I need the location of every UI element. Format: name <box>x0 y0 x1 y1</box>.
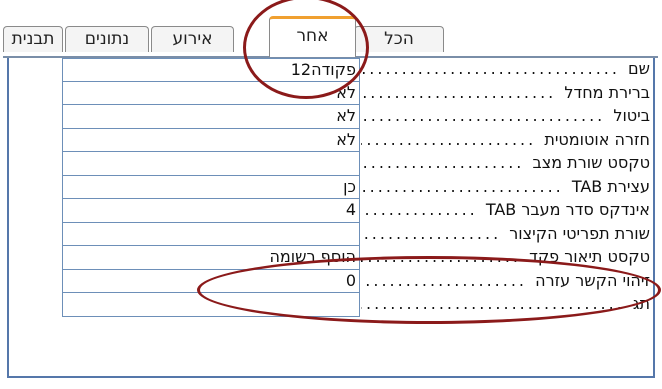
property-label: חזרה אוטומטית ..........................… <box>361 129 650 153</box>
property-row: 4אינדקס סדר מעבר TAB ...................… <box>9 199 653 223</box>
property-label: עצירת TAB ..............................… <box>361 176 650 200</box>
property-label-text: ביטול <box>613 106 650 125</box>
property-label-text: אינדקס סדר מעבר TAB <box>485 200 650 219</box>
property-label-text: שורת תפריטי הקיצור <box>509 223 650 243</box>
property-label-text: עצירת TAB <box>571 176 650 196</box>
tab-format[interactable]: תבנית <box>3 26 63 52</box>
annotation-circle <box>243 0 369 99</box>
property-label-text: ברירת מחדל <box>564 82 650 102</box>
property-label-leader-dots: ........................................ <box>361 223 502 243</box>
property-row: לאחזרה אוטומטית ........................… <box>9 128 653 153</box>
property-label-leader-dots: ........................................ <box>361 153 525 172</box>
property-label-text: טקסט שורת מצב <box>532 153 650 172</box>
property-value-field[interactable] <box>62 222 360 246</box>
property-value-field[interactable] <box>62 152 360 176</box>
property-value-field[interactable]: כן <box>62 175 360 199</box>
property-grid: פקודה12 שם ..............................… <box>7 58 655 378</box>
tab-data[interactable]: נתונים <box>65 26 149 52</box>
property-row: טקסט שורת מצב ..........................… <box>9 152 653 176</box>
property-row: כןעצירת TAB ............................… <box>9 175 653 200</box>
property-label-leader-dots: ........................................ <box>361 200 478 219</box>
property-label: טקסט שורת מצב ..........................… <box>361 152 650 176</box>
property-row: שורת תפריטי הקיצור .....................… <box>9 222 653 247</box>
property-label-leader-dots: ........................................ <box>361 106 606 125</box>
property-label-text: שם <box>628 59 650 78</box>
property-label-text: חזרה אוטומטית <box>544 129 650 149</box>
property-label-leader-dots: ........................................ <box>361 129 537 149</box>
property-sheet-window: תבנית נתונים אירוע אחר הכל פקודה12 שם ...… <box>0 0 662 389</box>
property-label-leader-dots: ........................................ <box>361 59 620 78</box>
property-value-field[interactable]: לא <box>62 105 360 129</box>
property-label: שורת תפריטי הקיצור .....................… <box>361 223 650 247</box>
property-label: שם .....................................… <box>361 58 650 82</box>
property-row: לאביטול ................................… <box>9 105 653 129</box>
annotation-ellipse <box>197 256 661 324</box>
property-label-leader-dots: ........................................ <box>361 82 557 102</box>
property-label: אינדקס סדר מעבר TAB ....................… <box>361 199 650 223</box>
property-value-field[interactable]: 4 <box>62 199 360 223</box>
tab-event[interactable]: אירוע <box>151 26 234 52</box>
property-value-field[interactable]: לא <box>62 128 360 152</box>
property-label: ברירת מחדל .............................… <box>361 82 650 106</box>
property-label: ביטול ..................................… <box>361 105 650 129</box>
property-label-leader-dots: ........................................ <box>361 176 564 196</box>
